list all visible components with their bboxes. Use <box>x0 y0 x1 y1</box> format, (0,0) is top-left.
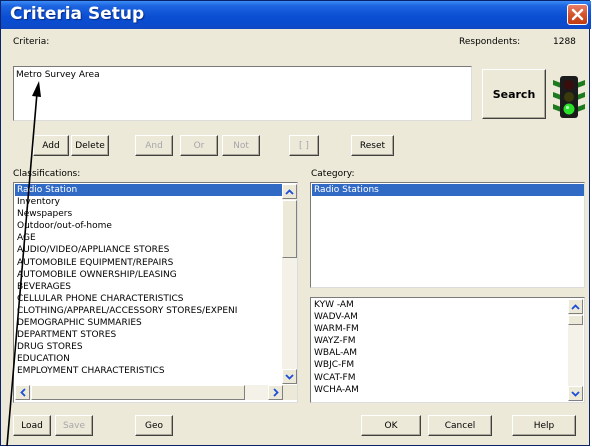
criteria-setup-dialog: Criteria Setup Criteria: Respondents: 12… <box>0 0 591 447</box>
annotation-arrow <box>6 81 41 447</box>
